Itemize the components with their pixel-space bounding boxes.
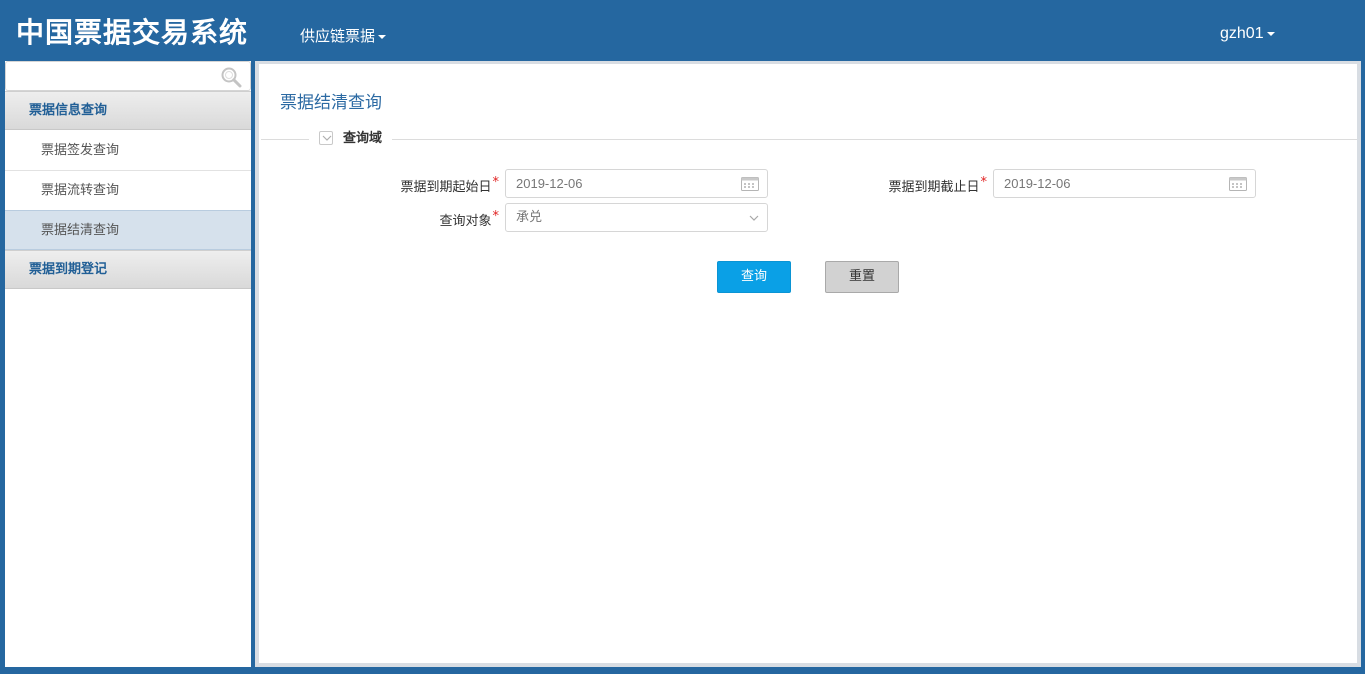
sidebar-search-input[interactable] bbox=[6, 62, 216, 90]
query-button[interactable]: 查询 bbox=[717, 261, 791, 293]
required-mark: * bbox=[492, 175, 500, 190]
end-date-label: 票据到期截止日* bbox=[827, 175, 988, 195]
start-date-label-text: 票据到期起始日 bbox=[400, 180, 492, 195]
required-mark: * bbox=[980, 175, 988, 190]
user-menu-dropdown[interactable]: gzh01 bbox=[1220, 25, 1275, 43]
end-date-input[interactable]: 2019-12-06 bbox=[993, 169, 1256, 198]
start-date-label: 票据到期起始日* bbox=[339, 175, 500, 195]
calendar-icon[interactable] bbox=[741, 177, 759, 191]
section-divider bbox=[261, 139, 1357, 140]
caret-down-icon bbox=[378, 34, 387, 39]
page-title: 票据结清查询 bbox=[280, 93, 382, 113]
menu-dropdown-supply-chain[interactable]: 供应链票据 bbox=[300, 25, 387, 46]
sidebar-item-issue-query[interactable]: 票据签发查询 bbox=[5, 131, 251, 171]
query-target-label: 查询对象* bbox=[339, 209, 500, 229]
reset-button[interactable]: 重置 bbox=[825, 261, 899, 293]
sidebar: 票据信息查询 票据签发查询 票据流转查询 票据结清查询 票据到期登记 bbox=[5, 61, 251, 667]
calendar-icon[interactable] bbox=[1229, 177, 1247, 191]
chevron-down-icon bbox=[749, 215, 759, 221]
caret-down-icon bbox=[1266, 31, 1275, 36]
query-target-value: 承兑 bbox=[516, 210, 543, 225]
sidebar-search bbox=[5, 61, 251, 91]
sidebar-group-bill-info-query[interactable]: 票据信息查询 bbox=[5, 91, 251, 130]
main-panel: 票据结清查询 查询域 票据到期起始日* 2019-12-06 票据到期截止日* … bbox=[255, 61, 1361, 667]
top-header: 中国票据交易系统 供应链票据 gzh01 bbox=[0, 0, 1365, 61]
end-date-label-text: 票据到期截止日 bbox=[888, 180, 980, 195]
query-section-legend: 查询域 bbox=[309, 128, 393, 150]
sidebar-item-settlement-query[interactable]: 票据结清查询 bbox=[5, 210, 251, 250]
required-mark: * bbox=[492, 209, 500, 224]
section-label: 查询域 bbox=[343, 131, 383, 146]
start-date-value: 2019-12-06 bbox=[516, 176, 583, 191]
user-name: gzh01 bbox=[1220, 25, 1264, 42]
app-title: 中国票据交易系统 bbox=[16, 16, 249, 49]
search-icon[interactable] bbox=[220, 66, 242, 88]
collapse-toggle-icon[interactable] bbox=[319, 130, 333, 145]
sidebar-group-maturity-registration[interactable]: 票据到期登记 bbox=[5, 250, 251, 289]
sidebar-item-transfer-query[interactable]: 票据流转查询 bbox=[5, 171, 251, 211]
end-date-value: 2019-12-06 bbox=[1004, 176, 1071, 191]
query-target-label-text: 查询对象 bbox=[439, 214, 492, 229]
query-target-select[interactable]: 承兑 bbox=[505, 203, 768, 232]
start-date-input[interactable]: 2019-12-06 bbox=[505, 169, 768, 198]
menu-dropdown-label: 供应链票据 bbox=[300, 27, 376, 45]
